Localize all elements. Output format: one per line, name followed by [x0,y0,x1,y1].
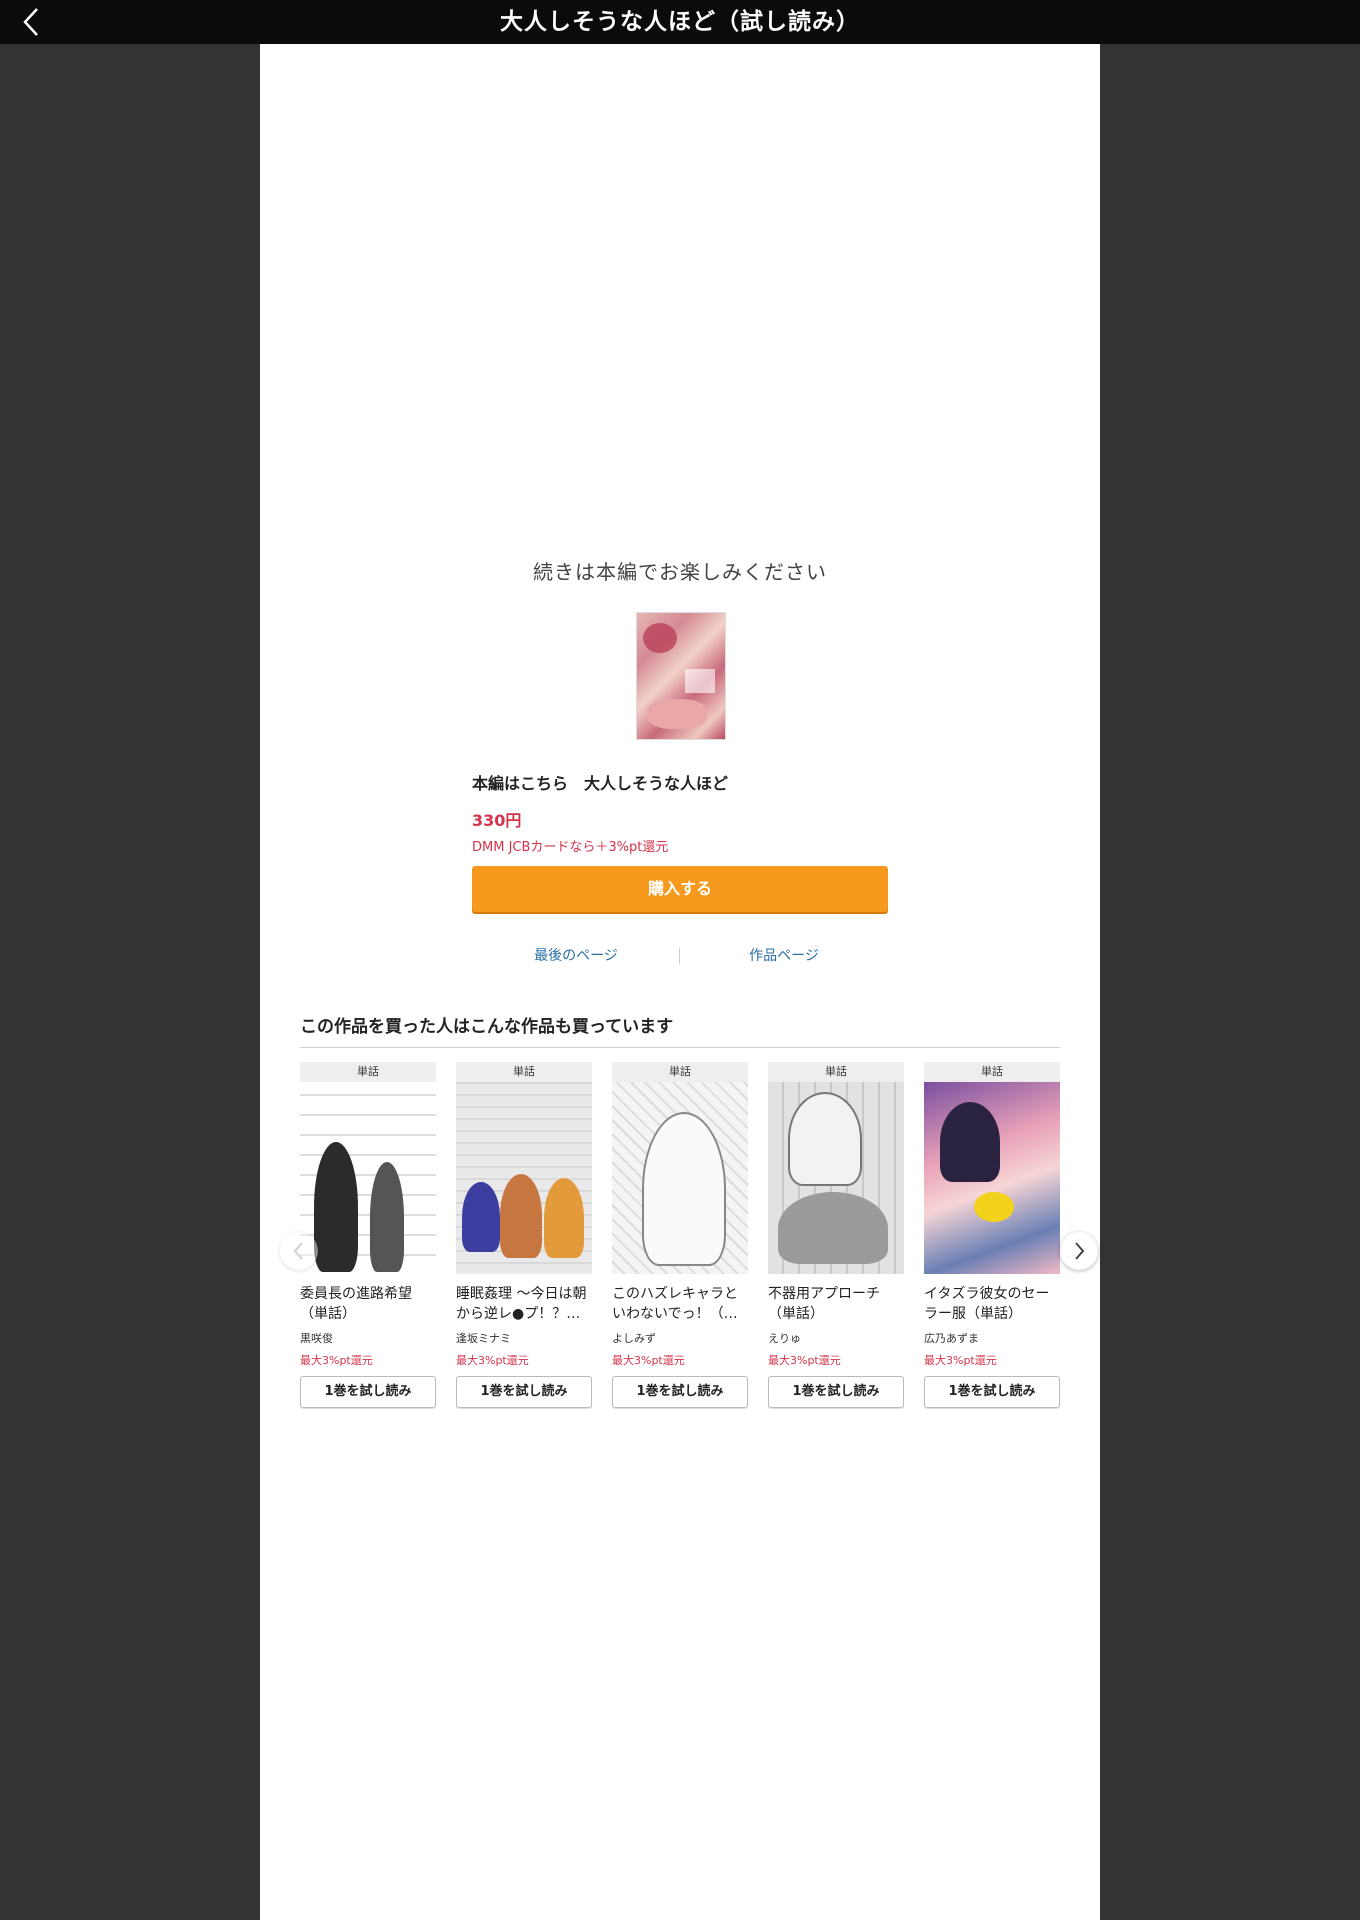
item-author[interactable]: 広乃あずま [924,1330,1060,1346]
price: 330円 [472,811,522,830]
carousel-next-button[interactable] [1060,1232,1098,1270]
item-point: 最大3%pt還元 [300,1354,373,1367]
reader-end-panel: 続きは本編でお楽しみください 本編はこちら 大人しそうな人ほど 330円 DMM… [260,44,1100,1920]
top-bar: 大人しそうな人ほど（試し読み） [0,0,1360,44]
trial-read-button[interactable]: 1巻を試し読み [612,1376,748,1408]
item-thumbnail[interactable] [924,1082,1060,1274]
item-thumbnail[interactable] [300,1082,436,1274]
recommended-item: 単話 睡眠姦理 〜今日は朝から逆レ●プ！？… 逢坂ミナミ 最大3%pt還元 1巻… [456,1062,592,1408]
recommended-item: 単話 委員長の進路希望（単話） 黒咲俊 最大3%pt還元 1巻を試し読み [300,1062,436,1408]
item-badge: 単話 [612,1062,748,1082]
item-point: 最大3%pt還元 [768,1354,841,1367]
item-point: 最大3%pt還元 [456,1354,529,1367]
recommended-item: 単話 不器用アプローチ（単話） えりゅ 最大3%pt還元 1巻を試し読み [768,1062,904,1408]
chevron-left-icon [23,8,38,36]
item-name[interactable]: イタズラ彼女のセーラー服（単話） [924,1284,1060,1324]
continue-message: 続きは本編でお楽しみください [533,560,827,584]
item-point: 最大3%pt還元 [924,1354,997,1367]
work-page-link[interactable]: 作品ページ [680,944,888,968]
item-author[interactable]: えりゅ [768,1330,904,1346]
item-badge: 単話 [300,1062,436,1082]
point-note: DMM JCBカードなら＋3%pt還元 [472,840,669,855]
back-button[interactable] [14,4,50,40]
chevron-right-icon [1075,1242,1085,1260]
carousel-prev-button[interactable] [280,1232,318,1270]
item-name[interactable]: 不器用アプローチ（単話） [768,1284,904,1324]
item-thumbnail[interactable] [768,1082,904,1274]
item-badge: 単話 [456,1062,592,1082]
item-author[interactable]: 逢坂ミナミ [456,1330,592,1346]
last-page-link[interactable]: 最後のページ [472,944,680,968]
chevron-left-icon [293,1242,303,1260]
item-point: 最大3%pt還元 [612,1354,685,1367]
item-author[interactable]: 黒咲俊 [300,1330,436,1346]
item-name[interactable]: 委員長の進路希望（単話） [300,1284,436,1324]
recommendations-heading: この作品を買った人はこんな作品も買っています [300,1012,1060,1048]
item-author[interactable]: よしみず [612,1330,748,1346]
trial-read-button[interactable]: 1巻を試し読み [300,1376,436,1408]
item-badge: 単話 [768,1062,904,1082]
trial-read-button[interactable]: 1巻を試し読み [924,1376,1060,1408]
main-work-title: 本編はこちら 大人しそうな人ほど [472,774,729,793]
recommended-item: 単話 イタズラ彼女のセーラー服（単話） 広乃あずま 最大3%pt還元 1巻を試し… [924,1062,1060,1408]
buy-button[interactable]: 購入する [472,866,888,912]
item-thumbnail[interactable] [612,1082,748,1274]
page-links: 最後のページ 作品ページ [472,944,888,968]
trial-read-button[interactable]: 1巻を試し読み [456,1376,592,1408]
item-thumbnail[interactable] [456,1082,592,1274]
item-name[interactable]: 睡眠姦理 〜今日は朝から逆レ●プ！？… [456,1284,592,1324]
trial-read-button[interactable]: 1巻を試し読み [768,1376,904,1408]
item-name[interactable]: このハズレキャラといわないでっ！（… [612,1284,748,1324]
book-cover[interactable] [636,612,726,740]
recommendations-carousel: 単話 委員長の進路希望（単話） 黒咲俊 最大3%pt還元 1巻を試し読み 単話 … [300,1062,1060,1462]
item-badge: 単話 [924,1062,1060,1082]
page-title: 大人しそうな人ほど（試し読み） [500,9,860,35]
recommended-item: 単話 このハズレキャラといわないでっ！（… よしみず 最大3%pt還元 1巻を試… [612,1062,748,1408]
